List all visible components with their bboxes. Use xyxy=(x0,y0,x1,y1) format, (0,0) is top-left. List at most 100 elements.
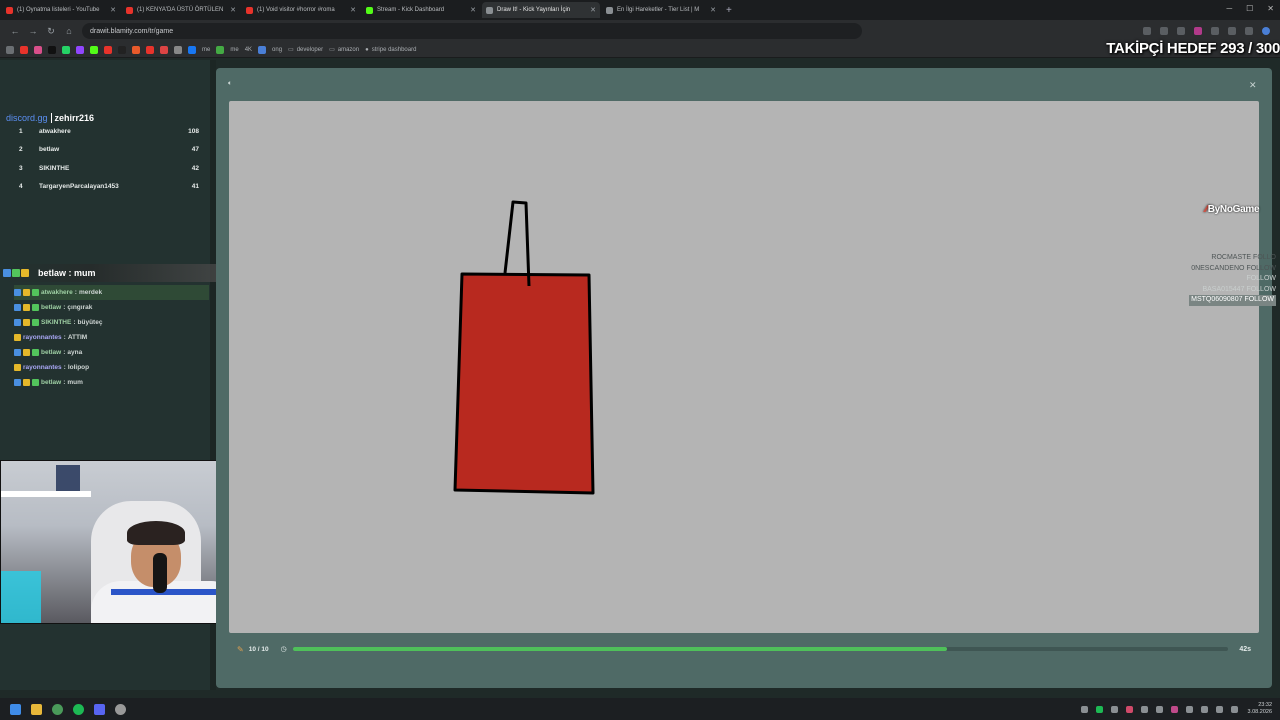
bookmark-icon[interactable] xyxy=(132,45,140,54)
tiktok-bookmark-icon[interactable] xyxy=(118,45,126,54)
sound-icon[interactable]: 🔈︎ xyxy=(228,80,232,88)
youtube-bookmark-icon[interactable] xyxy=(20,45,28,54)
crown-badge-icon xyxy=(23,319,30,326)
home-icon[interactable]: ⌂ xyxy=(60,26,78,36)
extension-icon[interactable] xyxy=(1177,27,1185,35)
facebook-bookmark-icon[interactable] xyxy=(188,45,196,54)
tab-close-icon[interactable]: ✕ xyxy=(470,6,476,14)
tab-label: (1) Void visitor #horror #roma xyxy=(257,7,335,13)
profile-icon[interactable] xyxy=(1262,27,1270,35)
url-field[interactable]: drawit.blamity.com/tr/game xyxy=(82,23,862,39)
extension-icon[interactable] xyxy=(1160,27,1168,35)
wifi-icon[interactable] xyxy=(1215,705,1223,713)
crown-badge-icon xyxy=(23,289,30,296)
shelf xyxy=(1,491,91,497)
chat-text: lolipop xyxy=(67,364,90,371)
kick-bookmark-icon[interactable] xyxy=(90,45,98,54)
browser-tab[interactable]: (1) Void visitor #horror #roma ✕ xyxy=(242,2,360,18)
bookmark-icon[interactable] xyxy=(258,45,267,54)
extension-icon[interactable] xyxy=(1228,27,1236,35)
tray-icon[interactable] xyxy=(1095,705,1103,713)
tab-close-icon[interactable]: ✕ xyxy=(110,6,116,14)
chat-separator: : xyxy=(63,334,66,341)
volume-icon[interactable] xyxy=(1230,705,1238,713)
reload-icon[interactable]: ↻ xyxy=(42,26,60,37)
follow-alert: 0NESCANDENO FOLLOW xyxy=(1189,264,1276,275)
tray-icon[interactable] xyxy=(1170,705,1178,713)
bookmark-developer[interactable]: ▭ developer xyxy=(288,46,323,54)
minimize-icon[interactable]: ─ xyxy=(1226,4,1232,13)
bookmark-icon[interactable] xyxy=(34,45,42,54)
chat-line: rayonnantes: ATTIM xyxy=(14,330,209,345)
extension-icon[interactable] xyxy=(1143,27,1151,35)
windows-start-icon[interactable] xyxy=(10,703,21,715)
browser-tab[interactable]: (1) Oynatma listeleri - YouTube ✕ xyxy=(2,2,120,18)
leaderboard-name: atwakhere xyxy=(39,127,71,135)
close-icon[interactable]: ✕ xyxy=(1249,80,1257,91)
tab-label: En İlgi Hareketler - Tier List | M xyxy=(617,7,700,13)
obs-icon[interactable] xyxy=(115,703,126,715)
tray-icon[interactable] xyxy=(1185,705,1193,713)
microphone xyxy=(153,553,167,593)
tab-close-icon[interactable]: ✕ xyxy=(590,6,596,14)
twitch-bookmark-icon[interactable] xyxy=(76,45,84,54)
close-window-icon[interactable]: ✕ xyxy=(1267,4,1274,13)
browser-tab[interactable]: (1) KENYA'DA ÜSTÜ ÖRTÜLEN ✕ xyxy=(122,2,240,18)
chat-username: atwakhere xyxy=(41,289,73,296)
tab-favicon-icon xyxy=(486,6,493,14)
tray-icon[interactable] xyxy=(1110,705,1118,713)
new-tab-button[interactable]: + xyxy=(726,5,732,16)
address-toolbar: ← → ↻ ⌂ drawit.blamity.com/tr/game xyxy=(0,20,1280,42)
tray-icon[interactable] xyxy=(1080,705,1088,713)
chrome-icon[interactable] xyxy=(52,703,63,715)
tab-label: (1) Oynatma listeleri - YouTube xyxy=(17,7,100,13)
apps-icon[interactable] xyxy=(6,45,14,54)
bookmark-me[interactable]: me xyxy=(202,47,210,53)
bookmark-icon[interactable] xyxy=(146,45,154,54)
bookmark-me-2[interactable]: me xyxy=(230,47,238,53)
sword-badge-icon xyxy=(14,304,21,311)
tray-icon[interactable] xyxy=(1140,705,1148,713)
bookmark-icon[interactable] xyxy=(104,45,112,54)
follow-action: FOLLOW xyxy=(1246,275,1276,282)
tab-close-icon[interactable]: ✕ xyxy=(710,6,716,14)
leaderboard-rank: 1 xyxy=(19,127,23,135)
maximize-icon[interactable]: ☐ xyxy=(1246,4,1253,13)
bookmark-stripe[interactable]: ● stripe dashboard xyxy=(365,47,416,53)
extension-icon[interactable] xyxy=(1211,27,1219,35)
tray-icon[interactable] xyxy=(1155,705,1163,713)
back-icon[interactable]: ← xyxy=(6,26,24,36)
gmail-bookmark-icon[interactable] xyxy=(160,45,168,54)
tray-icon[interactable] xyxy=(1125,705,1133,713)
leaderboard-row: 2 betlaw 47 xyxy=(14,141,199,160)
chat-separator: : xyxy=(63,364,66,371)
drawing-canvas[interactable] xyxy=(229,101,1259,633)
tab-close-icon[interactable]: ✕ xyxy=(230,6,236,14)
browser-tab[interactable]: En İlgi Hareketler - Tier List | M ✕ xyxy=(602,2,720,18)
chat-username: betlaw xyxy=(41,304,62,311)
bookmark-ong[interactable]: ong xyxy=(272,47,282,53)
browser-tab[interactable]: Stream - Kick Dashboard ✕ xyxy=(362,2,480,18)
forward-icon[interactable]: → xyxy=(24,26,42,36)
leaderboard-row: 3 SIKINTHE 42 xyxy=(14,159,199,178)
browser-tab[interactable]: Draw It! - Kick Yayınları İçin ✕ xyxy=(482,2,600,18)
spotify-icon[interactable] xyxy=(73,703,84,715)
tab-close-icon[interactable]: ✕ xyxy=(350,6,356,14)
extension-icon[interactable] xyxy=(1245,27,1253,35)
crown-badge-icon xyxy=(23,379,30,386)
tray-icon[interactable] xyxy=(1200,705,1208,713)
bookmark-4k[interactable]: 4K xyxy=(245,47,252,53)
bookmark-icon[interactable] xyxy=(216,45,225,54)
discord-icon[interactable] xyxy=(94,703,105,715)
game-footer: ✎ 10 / 10 ◷ 42s xyxy=(229,640,1259,658)
follow-action: FOLLOW xyxy=(1246,264,1276,272)
x-bookmark-icon[interactable] xyxy=(48,45,56,54)
bookmark-amazon[interactable]: ▭ amazon xyxy=(329,46,359,54)
clock[interactable]: 23:32 3.08.2026 xyxy=(1248,702,1272,716)
extension-icon[interactable] xyxy=(1194,27,1202,35)
bookmark-icon[interactable] xyxy=(174,45,182,54)
file-explorer-icon[interactable] xyxy=(31,703,42,715)
whatsapp-bookmark-icon[interactable] xyxy=(62,45,70,54)
tab-favicon-icon xyxy=(246,6,253,14)
chat-separator: : xyxy=(73,319,76,326)
